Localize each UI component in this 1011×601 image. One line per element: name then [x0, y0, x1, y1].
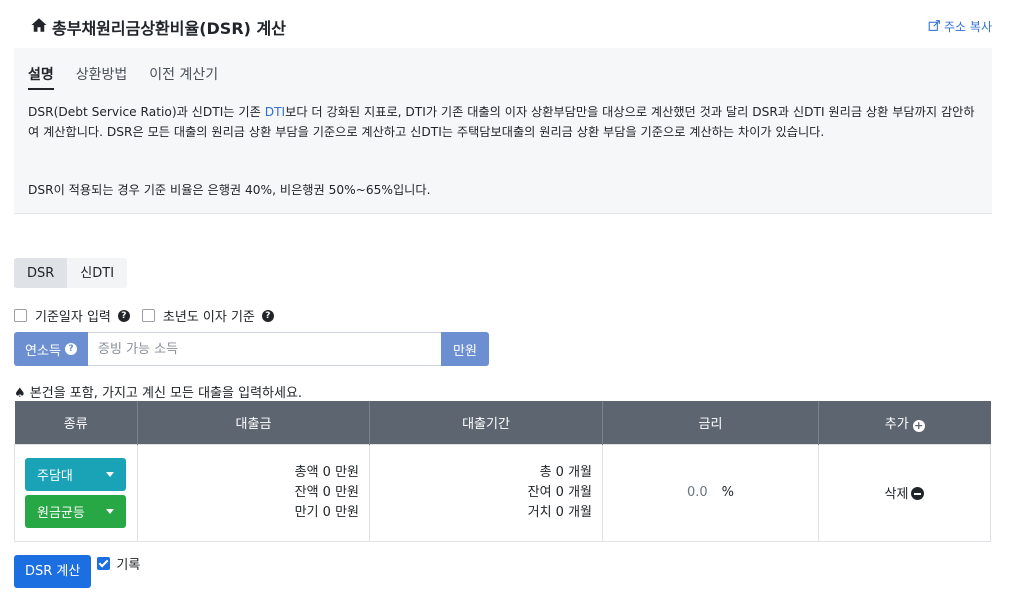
repayment-type-dropdown[interactable]: 원금균등	[25, 494, 126, 528]
interest-rate-cell[interactable]: 0.0%	[602, 443, 819, 542]
rate-unit: %	[721, 485, 735, 500]
home-icon[interactable]	[30, 16, 48, 34]
ratio-paragraph: DSR이 적용되는 경우 기준 비율은 은행권 40%, 비은행권 50%~65…	[28, 183, 431, 197]
dti-link[interactable]: DTI	[265, 105, 285, 119]
first-year-interest-checkbox[interactable]	[141, 309, 155, 322]
description-text-1: DSR(Debt Service Ratio)과 신DTI는 기존	[28, 105, 265, 119]
amount-total: 총액 0 만원	[294, 464, 359, 480]
delete-label: 삭제	[884, 487, 909, 502]
info-tabs: 설명 상환방법 이전 계산기	[28, 64, 218, 90]
repayment-type-value: 원금균등	[37, 505, 85, 521]
loan-table: 종류 대출금 대출기간 금리 추가 + 주담대 원금균등 총액 0 만원 잔액 0…	[14, 401, 991, 542]
share-icon	[928, 19, 941, 35]
term-grace: 거치 0 개월	[527, 504, 592, 520]
help-icon[interactable]: ?	[64, 343, 77, 355]
base-date-label: 기준일자 입력	[35, 310, 111, 325]
info-panel: 설명 상환방법 이전 계산기 DSR(Debt Service Ratio)과 …	[14, 48, 992, 214]
loan-type-cell: 주담대 원금균등	[14, 443, 138, 542]
tab-previous-calculator[interactable]: 이전 계산기	[149, 64, 218, 90]
delete-row-button[interactable]: 삭제	[818, 443, 991, 542]
table-header-row: 종류 대출금 대출기간 금리 추가 +	[14, 401, 991, 444]
dsr-calc-button[interactable]: DSR 계산	[14, 555, 92, 588]
plus-circle-icon: +	[912, 418, 925, 432]
interest-rate-value: 0.0	[686, 485, 708, 500]
loan-term-cell[interactable]: 총 0 개월 잔여 0 개월 거치 0 개월	[369, 443, 603, 542]
dsr-toggle-button[interactable]: DSR	[14, 258, 68, 288]
add-row-button[interactable]: 추가 +	[818, 401, 991, 444]
term-remain: 잔여 0 개월	[527, 484, 592, 500]
loan-instruction-note: ♠ 본건을 포함, 가지고 계신 모든 대출을 입력하세요.	[14, 386, 303, 401]
loan-amount-cell[interactable]: 총액 0 만원 잔액 0 만원 만기 0 만원	[137, 443, 370, 542]
table-row: 주담대 원금균등 총액 0 만원 잔액 0 만원 만기 0 만원 총 0 개월 …	[14, 443, 991, 542]
add-label: 추가	[884, 416, 909, 432]
term-total: 총 0 개월	[539, 464, 592, 480]
tab-description[interactable]: 설명	[28, 64, 54, 90]
help-icon[interactable]: ?	[117, 309, 130, 322]
copy-address-link[interactable]: 주소 복사	[928, 18, 992, 35]
income-input[interactable]	[88, 332, 441, 366]
help-icon[interactable]: ?	[261, 309, 274, 322]
income-input-group: 연소득 ? 만원	[14, 332, 489, 366]
base-date-checkbox[interactable]	[14, 309, 27, 322]
record-label: 기록	[116, 558, 141, 573]
page-header: 총부채원리금상환비율(DSR) 계산 주소 복사	[14, 12, 992, 40]
header-type: 종류	[14, 401, 138, 444]
new-dti-toggle-button[interactable]: 신DTI	[67, 258, 128, 288]
amount-balance: 잔액 0 만원	[294, 484, 359, 500]
loan-type-dropdown[interactable]: 주담대	[25, 457, 126, 491]
mode-toggle: DSR 신DTI	[14, 258, 128, 288]
chevron-down-icon	[106, 471, 114, 477]
description-paragraph: DSR(Debt Service Ratio)과 신DTI는 기존 DTI보다 …	[28, 102, 983, 142]
page-title: 총부채원리금상환비율(DSR) 계산	[52, 19, 286, 38]
record-checkbox[interactable]	[97, 557, 111, 570]
header-rate: 금리	[602, 401, 819, 444]
first-year-interest-label: 초년도 이자 기준	[162, 310, 255, 325]
minus-circle-icon	[911, 487, 925, 500]
income-label: 연소득 ?	[14, 332, 88, 366]
income-label-text: 연소득	[25, 343, 61, 359]
header-term: 대출기간	[369, 401, 603, 444]
loan-type-value: 주담대	[37, 468, 73, 484]
options-row: 기준일자 입력 ? 초년도 이자 기준 ?	[14, 306, 282, 325]
header-amount: 대출금	[137, 401, 370, 444]
chevron-down-icon	[106, 508, 114, 514]
copy-address-label: 주소 복사	[944, 20, 992, 34]
calc-action-row: DSR 계산 기록	[14, 555, 140, 588]
income-unit: 만원	[441, 332, 489, 366]
tab-repayment-method[interactable]: 상환방법	[76, 64, 128, 90]
amount-maturity: 만기 0 만원	[294, 504, 359, 520]
